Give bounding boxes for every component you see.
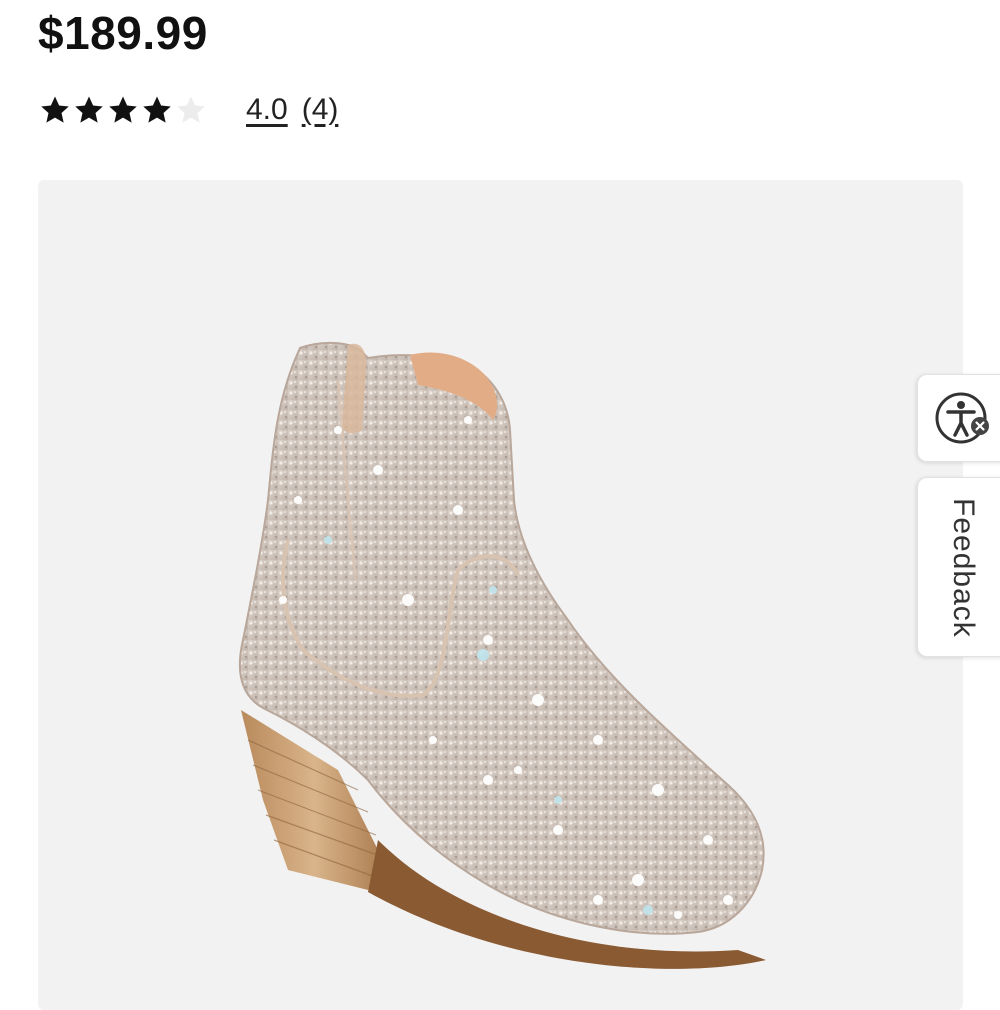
star-icon xyxy=(143,96,171,123)
feedback-button[interactable]: Feedback xyxy=(917,477,1000,657)
feedback-label: Feedback xyxy=(947,498,980,638)
product-price: $189.99 xyxy=(38,7,208,59)
product-image[interactable] xyxy=(38,180,963,1010)
rating-value-link[interactable]: 4.0 xyxy=(246,93,288,127)
accessibility-person-icon xyxy=(935,392,989,444)
star-icon xyxy=(75,96,103,123)
star-empty-icon xyxy=(177,96,205,123)
rating-row: 4.0 (4) xyxy=(38,86,338,134)
review-count-link[interactable]: (4) xyxy=(302,93,339,127)
rhinestone-boot-image xyxy=(238,342,766,969)
star-icon xyxy=(109,96,137,123)
accessibility-widget-button[interactable] xyxy=(917,374,1000,462)
star-icon xyxy=(41,96,69,123)
star-rating[interactable] xyxy=(38,93,208,127)
